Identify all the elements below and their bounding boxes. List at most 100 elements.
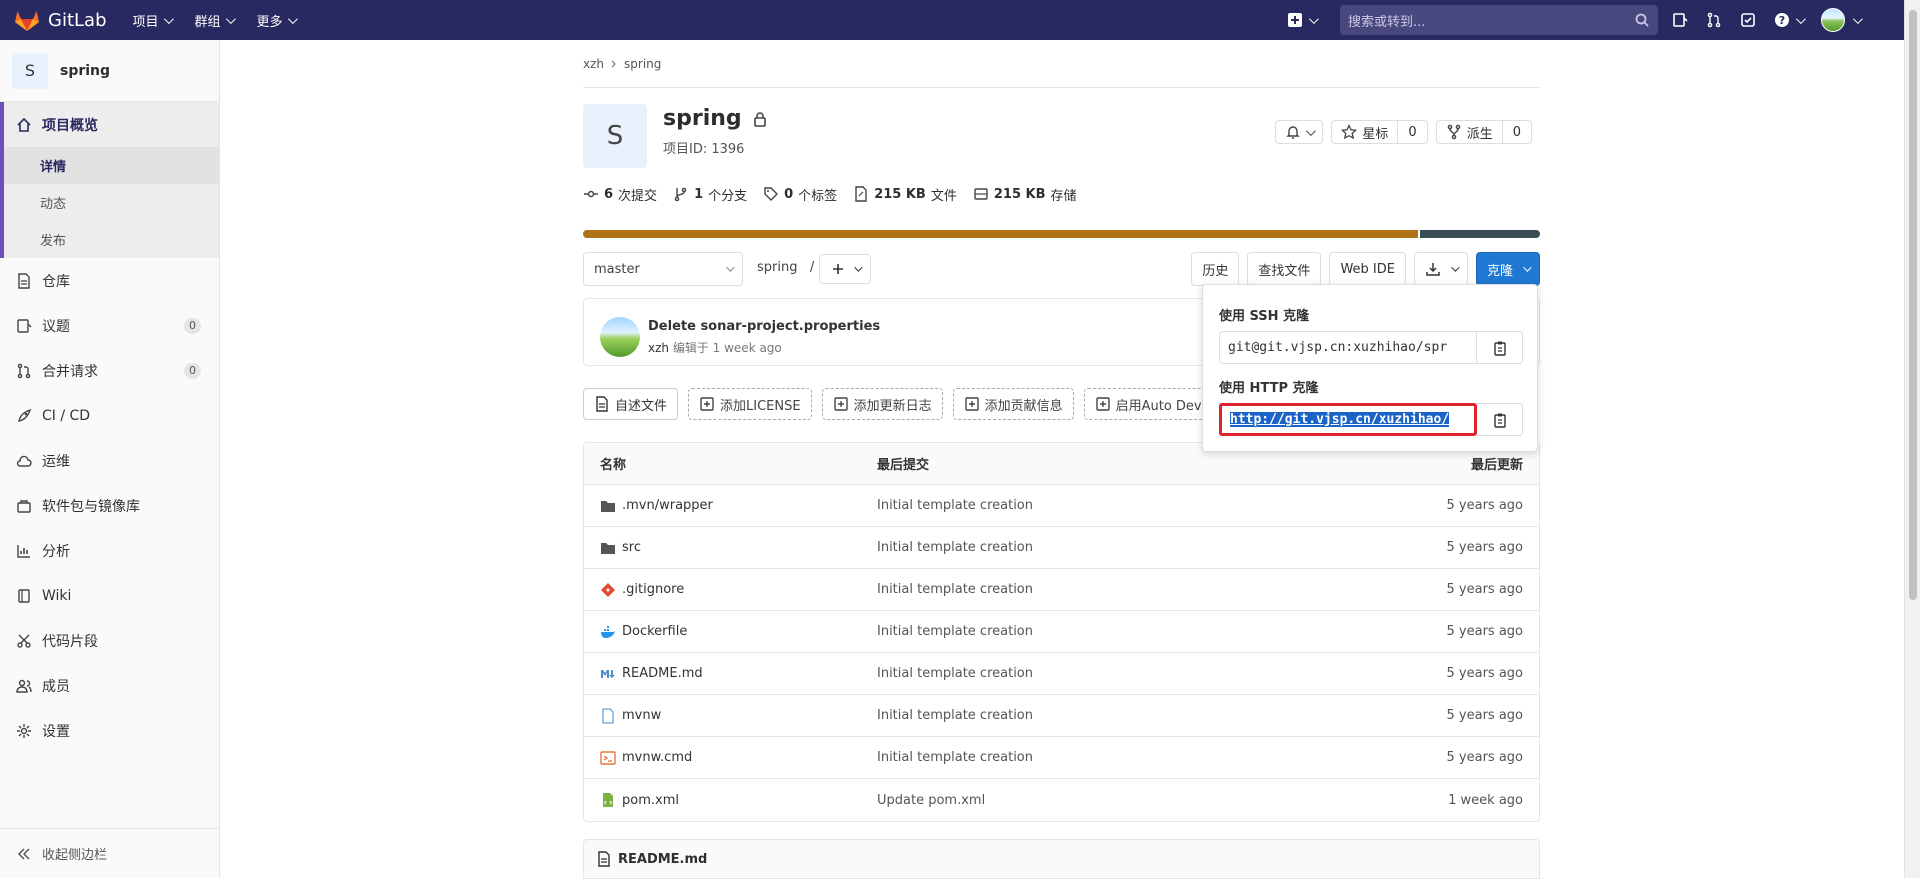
download-dropdown[interactable] xyxy=(1413,252,1468,286)
readme-title[interactable]: README.md xyxy=(618,852,707,867)
file-name[interactable]: README.md xyxy=(622,666,703,681)
file-name[interactable]: pom.xml xyxy=(622,793,679,808)
add-license-button[interactable]: 添加LICENSE xyxy=(688,388,812,420)
sidebar-item-analytics[interactable]: 分析 xyxy=(0,528,219,573)
sidebar-item-operations[interactable]: 运维 xyxy=(0,438,219,483)
ssh-url-input[interactable]: git@git.vjsp.cn:xuzhihao/spr xyxy=(1219,331,1477,364)
last-commit-message[interactable]: Initial template creation xyxy=(877,582,1327,597)
sidebar-item-merge-requests[interactable]: 合并请求 0 xyxy=(0,348,219,393)
add-changelog-button[interactable]: 添加更新日志 xyxy=(821,388,943,420)
enable-auto-devops-button[interactable]: 启用Auto Dev xyxy=(1083,388,1213,420)
sidebar-item-packages[interactable]: 软件包与镜像库 xyxy=(0,483,219,528)
table-row[interactable]: README.md Initial template creation 5 year… xyxy=(584,653,1539,695)
star-count[interactable]: 0 xyxy=(1397,121,1426,143)
table-row[interactable]: mvnw Initial template creation 5 years ago xyxy=(584,695,1539,737)
table-row[interactable]: .mvn/wrapper Initial template creation 5 y… xyxy=(584,485,1539,527)
nav-menu-projects[interactable]: 项目 xyxy=(133,11,174,30)
commit-title[interactable]: Delete sonar-project.properties xyxy=(648,319,880,334)
chevron-down-icon xyxy=(225,13,236,24)
nav-menu-more[interactable]: 更多 xyxy=(257,11,298,30)
avatar[interactable] xyxy=(600,317,640,357)
clone-dropdown-button[interactable]: 克隆 xyxy=(1475,252,1540,286)
sidebar-item-issues[interactable]: 议题 0 xyxy=(0,303,219,348)
repository-path-root[interactable]: spring xyxy=(757,260,797,275)
add-contributing-button[interactable]: 添加贡献信息 xyxy=(952,388,1074,420)
file-name[interactable]: mvnw.cmd xyxy=(622,750,692,765)
notification-dropdown[interactable] xyxy=(1275,120,1324,144)
stat-files[interactable]: 215 KB 文件 xyxy=(853,185,957,204)
http-url-input[interactable]: http://git.vjsp.cn/xuzhihao/ xyxy=(1219,403,1477,436)
sidebar-item-members[interactable]: 成员 xyxy=(0,663,219,708)
collapse-sidebar-button[interactable]: 收起侧边栏 xyxy=(0,828,219,878)
file-name[interactable]: .mvn/wrapper xyxy=(622,498,713,513)
breadcrumb-item[interactable]: xzh xyxy=(583,57,604,71)
table-row[interactable]: src Initial template creation 5 years ago xyxy=(584,527,1539,569)
file-name[interactable]: Dockerfile xyxy=(622,624,687,639)
stat-branches[interactable]: 1 个分支 xyxy=(673,185,747,204)
todo-check-icon[interactable] xyxy=(1740,12,1756,28)
readme-button[interactable]: 自述文件 xyxy=(583,388,679,420)
last-update-time: 1 week ago xyxy=(1448,792,1523,808)
sidebar-item-overview[interactable]: 项目概览 xyxy=(4,102,219,147)
sidebar-item-settings[interactable]: 设置 xyxy=(0,708,219,753)
table-row[interactable]: pom.xml Update pom.xml 1 week ago xyxy=(584,779,1539,821)
chevron-down-icon xyxy=(1308,13,1319,24)
plus-icon xyxy=(830,261,846,277)
find-file-button[interactable]: 查找文件 xyxy=(1247,252,1322,286)
history-button[interactable]: 历史 xyxy=(1191,252,1240,286)
file-name-cell: .gitignore xyxy=(584,582,877,598)
star-button[interactable]: 星标 0 xyxy=(1331,120,1428,144)
scrollbar-thumb[interactable] xyxy=(1909,10,1917,600)
sidebar-project[interactable]: S spring xyxy=(0,40,219,102)
add-file-dropdown[interactable] xyxy=(819,254,871,284)
search-input[interactable]: 搜索或转到... xyxy=(1340,5,1658,35)
sidebar-subitem-details[interactable]: 详情 xyxy=(4,147,219,184)
http-clone-field: http://git.vjsp.cn/xuzhihao/ xyxy=(1219,403,1523,436)
stat-value: 215 KB xyxy=(874,186,926,202)
table-row[interactable]: Dockerfile Initial template creation 5 yea… xyxy=(584,611,1539,653)
table-row[interactable]: mvnw.cmd Initial template creation 5 years… xyxy=(584,737,1539,779)
clone-label: 克隆 xyxy=(1486,263,1513,279)
page-scrollbar[interactable] xyxy=(1904,0,1920,878)
last-commit-message[interactable]: Update pom.xml xyxy=(877,793,1327,808)
last-commit-message[interactable]: Initial template creation xyxy=(877,750,1327,765)
commit-author[interactable]: xzh xyxy=(648,341,669,355)
sidebar-item-snippets[interactable]: 代码片段 xyxy=(0,618,219,663)
stat-storage[interactable]: 215 KB 存储 xyxy=(973,185,1077,204)
fork-button[interactable]: 派生 0 xyxy=(1435,120,1532,144)
sidebar-item-repository[interactable]: 仓库 xyxy=(0,258,219,303)
commit-icon xyxy=(583,186,599,202)
help-dropdown[interactable]: ? xyxy=(1774,12,1806,28)
sidebar-item-ci-cd[interactable]: CI / CD xyxy=(0,393,219,438)
nav-menu-groups[interactable]: 群组 xyxy=(195,11,236,30)
gitlab-logo[interactable]: GitLab xyxy=(14,8,107,32)
last-commit-message[interactable]: Initial template creation xyxy=(877,624,1327,639)
copy-http-url-button[interactable] xyxy=(1477,403,1523,436)
last-commit-message[interactable]: Initial template creation xyxy=(877,708,1327,723)
table-row[interactable]: .gitignore Initial template creation 5 yea… xyxy=(584,569,1539,611)
file-icon xyxy=(594,396,610,412)
branch-name: master xyxy=(594,261,640,277)
issues-nav-icon[interactable] xyxy=(1672,12,1688,28)
file-name[interactable]: .gitignore xyxy=(622,582,684,597)
copy-ssh-url-button[interactable] xyxy=(1477,331,1523,364)
stat-commits[interactable]: 6 次提交 xyxy=(583,185,657,204)
web-ide-button[interactable]: Web IDE xyxy=(1329,252,1406,286)
file-name[interactable]: mvnw xyxy=(622,708,661,723)
breadcrumb-item[interactable]: spring xyxy=(624,57,661,71)
last-commit-message[interactable]: Initial template creation xyxy=(877,666,1327,681)
page-title: spring xyxy=(663,106,768,131)
new-item-dropdown[interactable] xyxy=(1287,12,1319,28)
branch-dropdown[interactable]: master xyxy=(583,252,743,286)
sidebar-subitem-releases[interactable]: 发布 xyxy=(4,221,219,258)
merge-request-nav-icon[interactable] xyxy=(1706,12,1722,28)
clipboard-icon xyxy=(1492,340,1508,356)
sidebar-subitem-activity[interactable]: 动态 xyxy=(4,184,219,221)
user-menu[interactable] xyxy=(1821,8,1863,32)
last-commit-message[interactable]: Initial template creation xyxy=(877,540,1327,555)
last-commit-message[interactable]: Initial template creation xyxy=(877,498,1327,513)
sidebar-item-wiki[interactable]: Wiki xyxy=(0,573,219,618)
stat-tags[interactable]: 0 个标签 xyxy=(763,185,837,204)
file-name[interactable]: src xyxy=(622,540,641,555)
fork-count[interactable]: 0 xyxy=(1501,121,1531,143)
